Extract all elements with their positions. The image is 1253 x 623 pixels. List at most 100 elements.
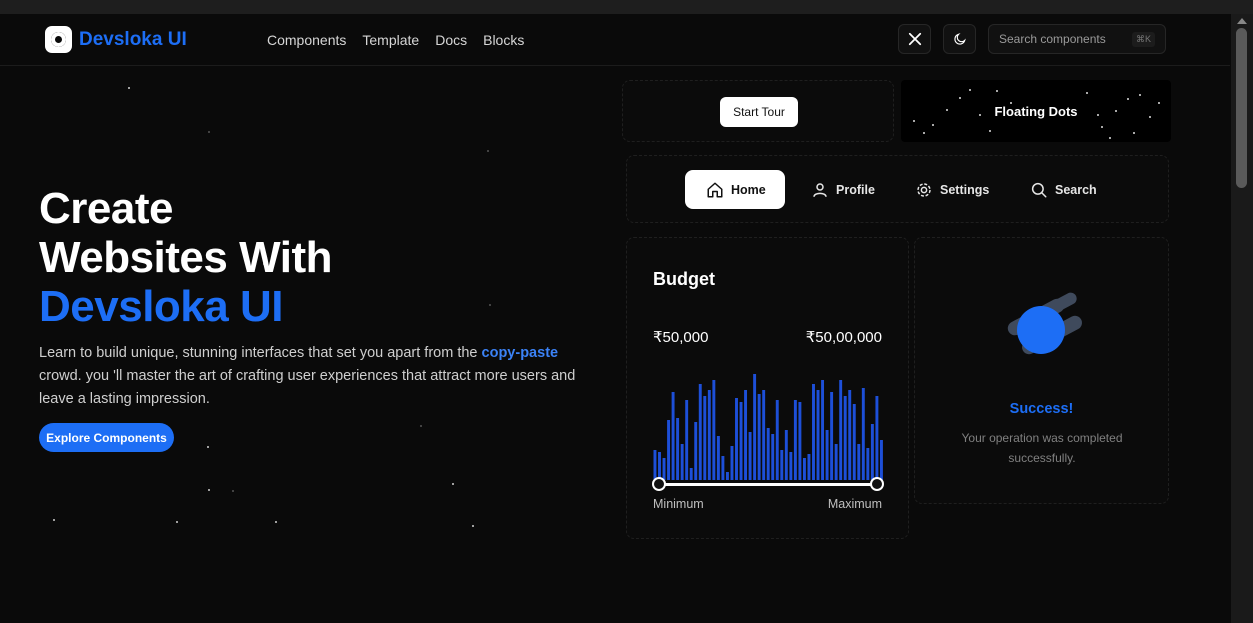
star-dot (1133, 132, 1135, 134)
tab-settings[interactable]: Settings (915, 170, 989, 209)
histogram-bar (848, 390, 852, 480)
star-dot (923, 132, 925, 134)
background-dot (176, 521, 178, 523)
hero-title-line1: Create (39, 184, 173, 233)
histogram-bar (703, 396, 707, 480)
histogram-bar (662, 458, 666, 480)
histogram-bar (676, 418, 680, 480)
success-title: Success! (1009, 401, 1074, 417)
histogram-bar (784, 430, 788, 480)
search-shortcut: ⌘K (1131, 31, 1155, 47)
scroll-thumb[interactable] (1236, 28, 1247, 188)
budget-histogram (653, 374, 883, 480)
budget-card: Budget ₹50,000 ₹50,00,000 Minimum Maximu… (626, 237, 909, 539)
star-dot (1101, 126, 1103, 128)
background-dot (487, 150, 489, 152)
background-dot (452, 483, 454, 485)
histogram-bar (680, 444, 684, 480)
site-header: Devsloka UI Components Template Docs Blo… (0, 14, 1230, 66)
star-dot (932, 124, 934, 126)
tab-home[interactable]: Home (685, 170, 785, 209)
star-dot (1109, 137, 1111, 139)
start-tour-card: Start Tour (622, 80, 894, 142)
background-dot (420, 425, 422, 427)
explore-components-button[interactable]: Explore Components (39, 423, 174, 452)
scrollbar[interactable] (1231, 14, 1253, 623)
nav-item-docs[interactable]: Docs (435, 32, 467, 48)
tab-search[interactable]: Search (1030, 170, 1097, 209)
histogram-bar (730, 446, 734, 480)
search-input[interactable]: Search components ⌘K (988, 24, 1166, 54)
background-dot (128, 87, 130, 89)
floating-dots-label: Floating Dots (994, 104, 1078, 119)
moon-icon (953, 33, 966, 45)
histogram-bar (821, 380, 825, 480)
histogram-bar (802, 458, 806, 480)
histogram-bar (667, 420, 671, 480)
success-card: Success! Your operation was completed su… (914, 237, 1169, 504)
background-dot (207, 446, 209, 448)
range-slider-track[interactable] (659, 483, 877, 486)
tab-home-label: Home (731, 182, 766, 197)
brand-logo[interactable]: Devsloka UI (45, 26, 187, 53)
success-illustration-icon (1007, 292, 1082, 355)
background-dot (232, 490, 234, 492)
success-message: Your operation was completed successfull… (961, 431, 1123, 465)
star-dot (996, 90, 998, 92)
histogram-bar (861, 388, 865, 480)
gear-icon (917, 182, 931, 197)
search-placeholder: Search components (999, 32, 1106, 46)
star-dot (989, 130, 991, 132)
nav-item-blocks[interactable]: Blocks (483, 32, 524, 48)
histogram-bar (834, 444, 838, 480)
x-twitter-button[interactable] (898, 24, 931, 54)
tab-profile[interactable]: Profile (811, 170, 875, 209)
histogram-bar (830, 392, 834, 480)
histogram-bar (852, 404, 856, 480)
budget-min-value: ₹50,000 (653, 329, 709, 346)
background-dot (53, 519, 55, 521)
hero-desc-part2: crowd. you 'll master the art of craftin… (39, 368, 576, 407)
histogram-bar (879, 440, 883, 480)
browser-top-strip (0, 0, 1253, 14)
background-dot (472, 525, 474, 527)
theme-toggle-button[interactable] (943, 24, 976, 54)
floating-dots-card: Floating Dots (901, 80, 1171, 142)
background-dot (208, 131, 210, 133)
hero-desc-part1: Learn to build unique, stunning interfac… (39, 345, 482, 361)
star-dot (1127, 98, 1129, 100)
histogram-bar (744, 390, 748, 480)
histogram-bar (739, 402, 743, 480)
histogram-bar (658, 452, 661, 480)
search-icon (1031, 182, 1047, 197)
histogram-bar (771, 434, 775, 480)
histogram-bar (712, 380, 716, 480)
histogram-bar (780, 450, 784, 480)
star-dot (969, 89, 971, 91)
histogram-bar (716, 436, 720, 480)
tab-settings-label: Settings (940, 182, 990, 197)
histogram-bar (812, 384, 815, 480)
slider-min-label: Minimum (653, 497, 704, 511)
histogram-bar (753, 374, 757, 480)
nav-item-components[interactable]: Components (267, 32, 346, 48)
start-tour-button[interactable]: Start Tour (720, 97, 798, 127)
tab-search-label: Search (1055, 182, 1097, 197)
histogram-bar (721, 456, 725, 480)
histogram-bar (843, 396, 847, 480)
budget-title: Budget (653, 269, 715, 289)
range-slider-max-handle[interactable] (870, 477, 884, 491)
histogram-bar (875, 396, 879, 480)
histogram-bar (798, 402, 802, 480)
scroll-up-arrow-icon[interactable] (1237, 18, 1247, 24)
star-dot (1086, 92, 1088, 94)
brand-name: Devsloka UI (79, 28, 187, 50)
x-twitter-icon (908, 32, 921, 46)
background-dot (489, 304, 491, 306)
hero-title-line2: Websites With (39, 233, 333, 282)
histogram-bar (775, 400, 779, 480)
hero-desc-highlight: copy-paste (481, 345, 559, 361)
histogram-bar (707, 390, 711, 480)
range-slider-min-handle[interactable] (652, 477, 666, 491)
nav-item-template[interactable]: Template (362, 32, 419, 48)
